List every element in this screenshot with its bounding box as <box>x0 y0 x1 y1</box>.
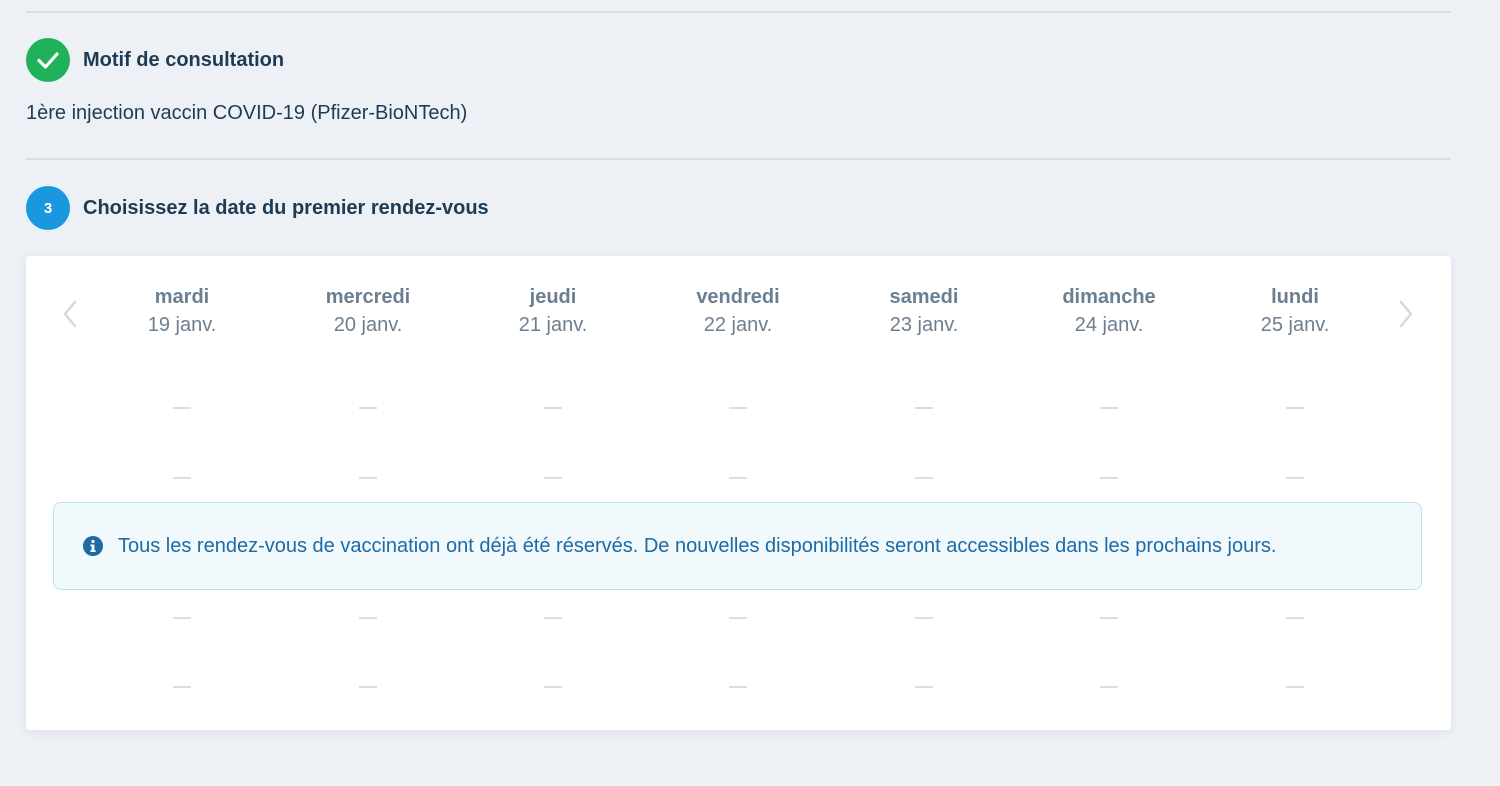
empty-slot <box>729 617 747 619</box>
top-divider <box>26 11 1451 13</box>
day-date: 20 janv. <box>333 314 403 336</box>
day-column-monday: lundi 25 janv. <box>1205 284 1385 340</box>
day-name: vendredi <box>696 286 780 308</box>
empty-slot <box>544 686 562 688</box>
empty-slot <box>729 477 747 479</box>
previous-week-button[interactable] <box>50 294 90 334</box>
empty-slot <box>173 407 191 409</box>
chevron-left-icon <box>63 300 77 328</box>
empty-slot <box>1286 407 1304 409</box>
day-name: lundi <box>1271 286 1319 308</box>
empty-slot <box>1286 617 1304 619</box>
empty-slot <box>1100 686 1118 688</box>
motif-title: Motif de consultation <box>83 48 285 71</box>
empty-slot <box>915 477 933 479</box>
day-column-friday: vendredi 22 janv. <box>648 284 828 340</box>
day-name: dimanche <box>1062 286 1156 308</box>
empty-slot <box>915 617 933 619</box>
empty-slot <box>915 686 933 688</box>
day-date: 19 janv. <box>147 314 217 336</box>
empty-slot <box>1286 477 1304 479</box>
day-date: 23 janv. <box>889 314 959 336</box>
no-availability-alert: Tous les rendez-vous de vaccination ont … <box>53 502 1422 590</box>
empty-slot <box>1100 477 1118 479</box>
empty-slot <box>359 686 377 688</box>
empty-slot <box>544 617 562 619</box>
empty-slot <box>544 407 562 409</box>
day-column-tuesday: mardi 19 janv. <box>92 284 272 340</box>
motif-step-header: Motif de consultation <box>26 38 284 82</box>
date-step-title: Choisissez la date du premier rendez-vou… <box>83 196 489 219</box>
day-name: mardi <box>154 286 210 308</box>
empty-slot <box>1100 617 1118 619</box>
day-column-wednesday: mercredi 20 janv. <box>278 284 458 340</box>
motif-value: 1ère injection vaccin COVID-19 (Pfizer-B… <box>26 102 468 124</box>
day-date: 22 janv. <box>703 314 773 336</box>
day-column-saturday: samedi 23 janv. <box>834 284 1014 340</box>
empty-slot <box>359 407 377 409</box>
empty-slot <box>729 686 747 688</box>
empty-slot <box>1100 407 1118 409</box>
section-divider <box>26 158 1451 160</box>
completed-step-badge <box>26 38 70 82</box>
day-date: 25 janv. <box>1260 314 1330 336</box>
day-name: jeudi <box>529 286 577 308</box>
info-icon <box>83 536 103 556</box>
availability-calendar: mardi 19 janv. mercredi 20 janv. jeudi 2… <box>26 256 1451 730</box>
info-message: Tous les rendez-vous de vaccination ont … <box>118 534 1277 557</box>
empty-slot <box>173 686 191 688</box>
day-date: 21 janv. <box>518 314 588 336</box>
day-date: 24 janv. <box>1074 314 1144 336</box>
date-step-header: 3 Choisissez la date du premier rendez-v… <box>26 186 489 230</box>
empty-slot <box>359 617 377 619</box>
next-week-button[interactable] <box>1386 294 1426 334</box>
empty-slot <box>544 477 562 479</box>
empty-slot <box>729 407 747 409</box>
empty-slot <box>173 617 191 619</box>
day-name: mercredi <box>325 286 411 308</box>
empty-slot <box>1286 686 1304 688</box>
empty-slot <box>915 407 933 409</box>
empty-slot <box>173 477 191 479</box>
step-number-badge: 3 <box>26 186 70 230</box>
chevron-right-icon <box>1399 300 1413 328</box>
day-column-sunday: dimanche 24 janv. <box>1019 284 1199 340</box>
empty-slot <box>359 477 377 479</box>
check-icon <box>37 52 59 69</box>
day-name: samedi <box>889 286 959 308</box>
day-column-thursday: jeudi 21 janv. <box>463 284 643 340</box>
